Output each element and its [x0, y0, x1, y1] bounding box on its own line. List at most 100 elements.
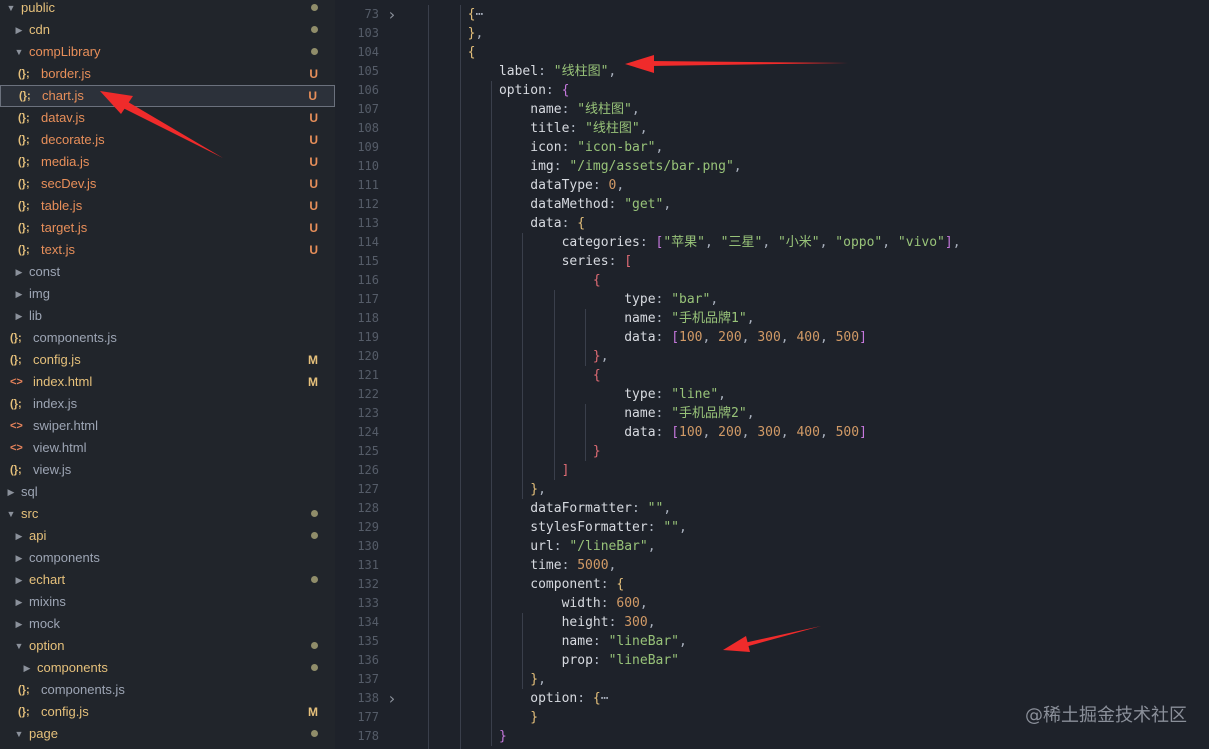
tree-item-label: const — [29, 264, 61, 279]
code-token: img — [530, 159, 554, 174]
js-file-icon: (}; — [10, 398, 22, 410]
chevron-down-icon[interactable]: ▼ — [13, 41, 25, 63]
folder-mixins[interactable]: ▶ mixins — [0, 591, 335, 613]
folder-echart[interactable]: ▶ echart — [0, 569, 335, 591]
chevron-right-icon[interactable]: ▶ — [13, 283, 25, 305]
js-file-icon: (}; — [18, 134, 30, 146]
chevron-right-icon[interactable]: ▶ — [5, 481, 17, 503]
file-table-js[interactable]: (}; table.js U — [0, 195, 335, 217]
file-components-js[interactable]: (}; components.js — [0, 327, 335, 349]
folder-img[interactable]: ▶ img — [0, 283, 335, 305]
code-token: } — [592, 444, 601, 459]
code-line: }, — [593, 347, 609, 366]
fold-chevron-icon[interactable]: › — [387, 689, 397, 708]
code-token: dataType — [530, 178, 593, 193]
js-file-icon: (}; — [19, 90, 31, 102]
file-index-html[interactable]: <> index.html M — [0, 371, 335, 393]
folder-page[interactable]: ▼ page — [0, 723, 335, 745]
chevron-right-icon[interactable]: ▶ — [13, 525, 25, 547]
code-token: component — [530, 577, 601, 592]
folder-compLibrary[interactable]: ▼ compLibrary — [0, 41, 335, 63]
file-border-js[interactable]: (}; border.js U — [0, 63, 335, 85]
chevron-down-icon[interactable]: ▼ — [13, 635, 25, 657]
code-token: } — [498, 729, 507, 744]
js-file-icon: (}; — [18, 156, 30, 168]
chevron-down-icon[interactable]: ▼ — [13, 723, 25, 745]
file-chart-js[interactable]: (}; chart.js U — [0, 85, 335, 107]
js-file-icon: (}; — [18, 706, 30, 718]
chevron-right-icon[interactable]: ▶ — [13, 261, 25, 283]
line-number: 107 — [357, 102, 379, 116]
line-number: 136 — [357, 653, 379, 667]
folder-sql[interactable]: ▶ sql — [0, 481, 335, 503]
line-number: 131 — [357, 558, 379, 572]
code-line: option: {⋯ — [530, 689, 608, 708]
indent-guide — [428, 5, 429, 749]
code-token: , — [678, 520, 687, 535]
code-token: } — [530, 710, 539, 725]
code-line: url: "/lineBar", — [530, 537, 655, 556]
js-file-icon: (}; — [18, 200, 30, 212]
line-number: 129 — [357, 520, 379, 534]
folder-lib[interactable]: ▶ lib — [0, 305, 335, 327]
code-token: , — [952, 235, 961, 250]
chevron-right-icon[interactable]: ▶ — [13, 569, 25, 591]
code-token: stylesFormatter — [530, 520, 648, 535]
code-line: name: "手机品牌2", — [624, 404, 754, 423]
code-editor[interactable]: {⋯},{label: "线柱图", option: {name: "线柱图", t… — [405, 0, 1209, 749]
chevron-right-icon[interactable]: ▶ — [13, 305, 25, 327]
modified-dot-icon — [311, 26, 318, 33]
code-line: component: { — [530, 575, 624, 594]
code-token: data — [624, 425, 656, 440]
file-datav-js[interactable]: (}; datav.js U — [0, 107, 335, 129]
folder-api[interactable]: ▶ api — [0, 525, 335, 547]
file-config-js[interactable]: (}; config.js M — [0, 349, 335, 371]
code-token: 100 — [679, 425, 703, 440]
file-media-js[interactable]: (}; media.js U — [0, 151, 335, 173]
file-secDev-js[interactable]: (}; secDev.js U — [0, 173, 335, 195]
folder-cdn[interactable]: ▶ cdn — [0, 19, 335, 41]
file-swiper-html[interactable]: <> swiper.html — [0, 415, 335, 437]
chevron-right-icon[interactable]: ▶ — [13, 19, 25, 41]
folder-public[interactable]: ▼ public — [0, 0, 335, 19]
code-token: , — [733, 159, 742, 174]
chevron-right-icon[interactable]: ▶ — [13, 591, 25, 613]
file-target-js[interactable]: (}; target.js U — [0, 217, 335, 239]
folder-option[interactable]: ▼ option — [0, 635, 335, 657]
file-view-html[interactable]: <> view.html — [0, 437, 335, 459]
html-file-icon: <> — [10, 442, 23, 454]
code-line: } — [499, 727, 507, 746]
js-file-icon: (}; — [18, 68, 30, 80]
file-decorate-js[interactable]: (}; decorate.js U — [0, 129, 335, 151]
file-components-js[interactable]: (}; components.js — [0, 679, 335, 701]
file-text-js[interactable]: (}; text.js U — [0, 239, 335, 261]
code-token: "bar" — [671, 292, 711, 307]
folder-src[interactable]: ▼ src — [0, 503, 335, 525]
chevron-down-icon[interactable]: ▼ — [5, 503, 17, 525]
chevron-right-icon[interactable]: ▶ — [13, 613, 25, 635]
code-token: : — [655, 425, 672, 440]
code-token: } — [592, 349, 601, 364]
code-token: : — [608, 254, 625, 269]
git-status-badge: U — [309, 133, 318, 147]
chevron-right-icon[interactable]: ▶ — [21, 657, 33, 679]
git-status-badge: U — [309, 199, 318, 213]
code-token: icon — [530, 140, 562, 155]
line-number: 135 — [357, 634, 379, 648]
code-line: stylesFormatter: "", — [530, 518, 687, 537]
chevron-down-icon[interactable]: ▼ — [5, 0, 17, 19]
file-view-js[interactable]: (}; view.js — [0, 459, 335, 481]
code-token: "line" — [671, 387, 719, 402]
chevron-right-icon[interactable]: ▶ — [13, 547, 25, 569]
line-number: 106 — [357, 83, 379, 97]
code-token: ] — [859, 425, 867, 440]
folder-components[interactable]: ▶ components — [0, 547, 335, 569]
file-config-js[interactable]: (}; config.js M — [0, 701, 335, 723]
code-token: 200 — [718, 330, 742, 345]
code-token: , — [616, 178, 625, 193]
file-index-js[interactable]: (}; index.js — [0, 393, 335, 415]
folder-components[interactable]: ▶ components — [0, 657, 335, 679]
fold-chevron-icon[interactable]: › — [387, 5, 397, 24]
folder-const[interactable]: ▶ const — [0, 261, 335, 283]
folder-mock[interactable]: ▶ mock — [0, 613, 335, 635]
